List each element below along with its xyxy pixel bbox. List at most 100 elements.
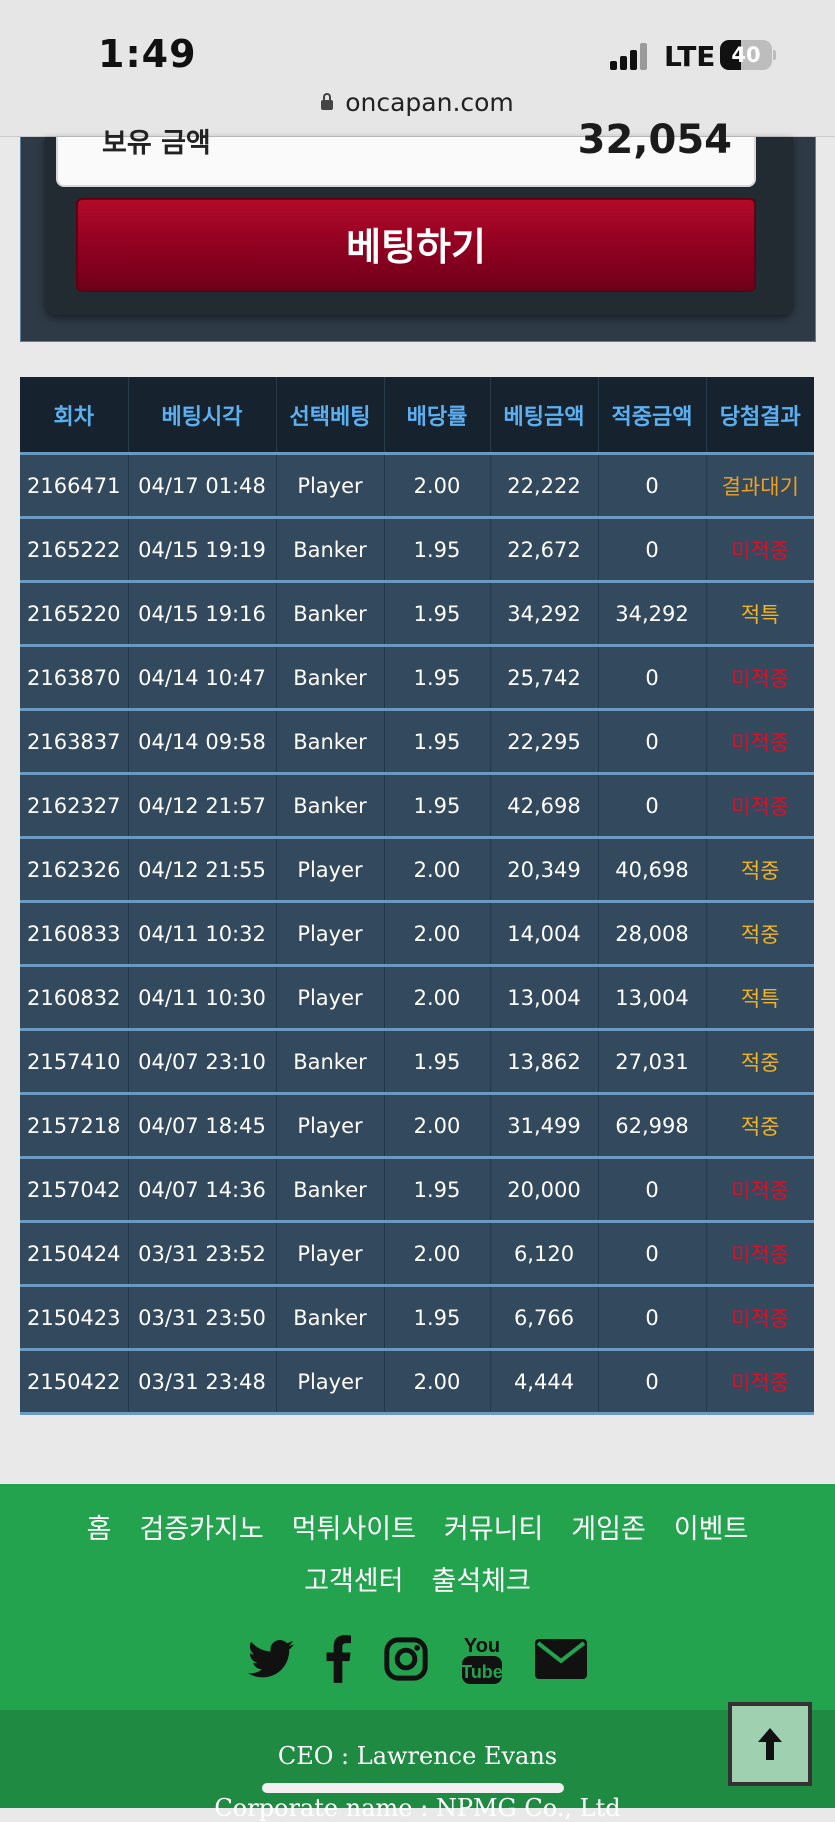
cell-selection: Banker: [275, 709, 384, 775]
cell-odds: 1.95: [383, 517, 490, 583]
cell-result: 미적중: [705, 709, 814, 775]
email-icon[interactable]: [534, 1638, 587, 1684]
cell-bet-amount: 4,444: [489, 1349, 598, 1415]
cell-odds: 2.00: [383, 1093, 490, 1159]
cell-odds: 2.00: [383, 837, 490, 903]
cell-win-amount: 0: [597, 517, 706, 583]
table-row: 2163870 04/14 10:47 Banker 1.95 25,742 0 미적중: [20, 645, 814, 711]
site-footer: 홈 검증카지노 먹튀사이트 커뮤니티 게임존 이벤트 고객센터 출석체크 You Tube: [0, 1484, 835, 1710]
cell-round: 2160832: [20, 965, 128, 1031]
footer-link-events[interactable]: 이벤트: [674, 1514, 749, 1545]
cell-odds: 1.95: [383, 645, 490, 711]
cell-bet-time: 04/14 09:58: [127, 709, 276, 775]
cell-bet-amount: 20,349: [489, 837, 598, 903]
cell-odds: 1.95: [383, 1285, 490, 1351]
cell-bet-amount: 22,672: [489, 517, 598, 583]
table-row: 2157410 04/07 23:10 Banker 1.95 13,862 27,031…: [20, 1029, 814, 1095]
cell-result: 결과대기: [705, 453, 814, 519]
cell-result: 적중: [705, 901, 814, 967]
cell-win-amount: 0: [597, 1349, 706, 1415]
instagram-icon[interactable]: [383, 1636, 429, 1686]
cell-round: 2165220: [20, 581, 128, 647]
cell-result: 적특: [705, 581, 814, 647]
cell-win-amount: 0: [597, 773, 706, 839]
cell-odds: 1.95: [383, 773, 490, 839]
corporate-name-text: Corporate name : NPMG Co., Ltd: [214, 1794, 621, 1822]
cell-bet-time: 04/07 23:10: [127, 1029, 276, 1095]
cell-win-amount: 27,031: [597, 1029, 706, 1095]
col-header-bet-amount: 베팅금액: [489, 377, 598, 455]
cell-result: 적중: [705, 837, 814, 903]
cell-bet-amount: 22,222: [489, 453, 598, 519]
footer-link-game-zone[interactable]: 게임존: [571, 1514, 646, 1545]
cell-bet-amount: 22,295: [489, 709, 598, 775]
youtube-icon[interactable]: You Tube: [460, 1632, 504, 1690]
cell-bet-time: 04/07 14:36: [127, 1157, 276, 1223]
cell-result: 미적중: [705, 1349, 814, 1415]
cell-round: 2157042: [20, 1157, 128, 1223]
cell-win-amount: 40,698: [597, 837, 706, 903]
cell-selection: Banker: [275, 773, 384, 839]
cell-odds: 2.00: [383, 1349, 490, 1415]
cell-bet-amount: 6,120: [489, 1221, 598, 1287]
cell-bet-time: 04/15 19:19: [127, 517, 276, 583]
balance-value: 32,054: [577, 117, 732, 163]
col-header-win-amount: 적중금액: [597, 377, 706, 455]
svg-text:You: You: [463, 1635, 499, 1657]
cell-bet-amount: 13,862: [489, 1029, 598, 1095]
cell-win-amount: 0: [597, 709, 706, 775]
cell-win-amount: 28,008: [597, 901, 706, 967]
footer-nav: 홈 검증카지노 먹튀사이트 커뮤니티 게임존 이벤트 고객센터 출석체크: [0, 1504, 835, 1608]
footer-link-home[interactable]: 홈: [87, 1514, 112, 1545]
footer-link-attendance[interactable]: 출석체크: [432, 1566, 531, 1597]
col-header-odds: 배당률: [383, 377, 490, 455]
cell-result: 미적중: [705, 645, 814, 711]
cell-selection: Player: [275, 965, 384, 1031]
col-header-selection: 선택베팅: [275, 377, 384, 455]
cell-win-amount: 0: [597, 1221, 706, 1287]
cell-bet-amount: 31,499: [489, 1093, 598, 1159]
cell-bet-amount: 6,766: [489, 1285, 598, 1351]
table-row: 2150424 03/31 23:52 Player 2.00 6,120 0 미적중: [20, 1221, 814, 1287]
place-bet-button[interactable]: 베팅하기: [76, 198, 756, 292]
table-row: 2160832 04/11 10:30 Player 2.00 13,004 13,004…: [20, 965, 814, 1031]
cell-odds: 2.00: [383, 901, 490, 967]
col-header-round: 회차: [20, 377, 128, 455]
cell-win-amount: 0: [597, 645, 706, 711]
cell-selection: Player: [275, 1349, 384, 1415]
cell-round: 2157410: [20, 1029, 128, 1095]
cell-bet-time: 04/12 21:57: [127, 773, 276, 839]
twitter-icon[interactable]: [248, 1639, 295, 1683]
table-row: 2160833 04/11 10:32 Player 2.00 14,004 28,008…: [20, 901, 814, 967]
cell-bet-time: 04/11 10:32: [127, 901, 276, 967]
lock-icon: [321, 93, 334, 110]
cell-odds: 1.95: [383, 709, 490, 775]
cell-win-amount: 0: [597, 1157, 706, 1223]
table-row: 2157218 04/07 18:45 Player 2.00 31,499 62,998…: [20, 1093, 814, 1159]
address-bar[interactable]: oncapan.com: [0, 88, 835, 117]
cell-win-amount: 0: [597, 1285, 706, 1351]
table-row: 2163837 04/14 09:58 Banker 1.95 22,295 0 미적중: [20, 709, 814, 775]
cell-odds: 1.95: [383, 1029, 490, 1095]
footer-link-verified-casino[interactable]: 검증카지노: [140, 1514, 264, 1545]
cell-result: 미적중: [705, 773, 814, 839]
battery-icon: 40: [720, 40, 776, 70]
footer-link-customer-center[interactable]: 고객센터: [304, 1566, 403, 1597]
ceo-text: CEO : Lawrence Evans: [277, 1742, 558, 1770]
cell-bet-time: 04/11 10:30: [127, 965, 276, 1031]
cell-bet-amount: 25,742: [489, 645, 598, 711]
table-row: 2157042 04/07 14:36 Banker 1.95 20,000 0 미적중: [20, 1157, 814, 1223]
footer-link-community[interactable]: 커뮤니티: [444, 1514, 543, 1545]
home-indicator: [262, 1783, 564, 1793]
facebook-icon[interactable]: [325, 1635, 352, 1687]
cell-round: 2150422: [20, 1349, 128, 1415]
cell-selection: Banker: [275, 1157, 384, 1223]
cell-result: 미적중: [705, 517, 814, 583]
col-header-result: 당첨결과: [705, 377, 814, 455]
footer-link-scam-sites[interactable]: 먹튀사이트: [292, 1514, 416, 1545]
scroll-to-top-button[interactable]: [728, 1702, 812, 1786]
clock: 1:49: [98, 32, 197, 76]
table-row: 2162327 04/12 21:57 Banker 1.95 42,698 0 미적중: [20, 773, 814, 839]
cell-selection: Player: [275, 837, 384, 903]
cell-bet-time: 04/15 19:16: [127, 581, 276, 647]
